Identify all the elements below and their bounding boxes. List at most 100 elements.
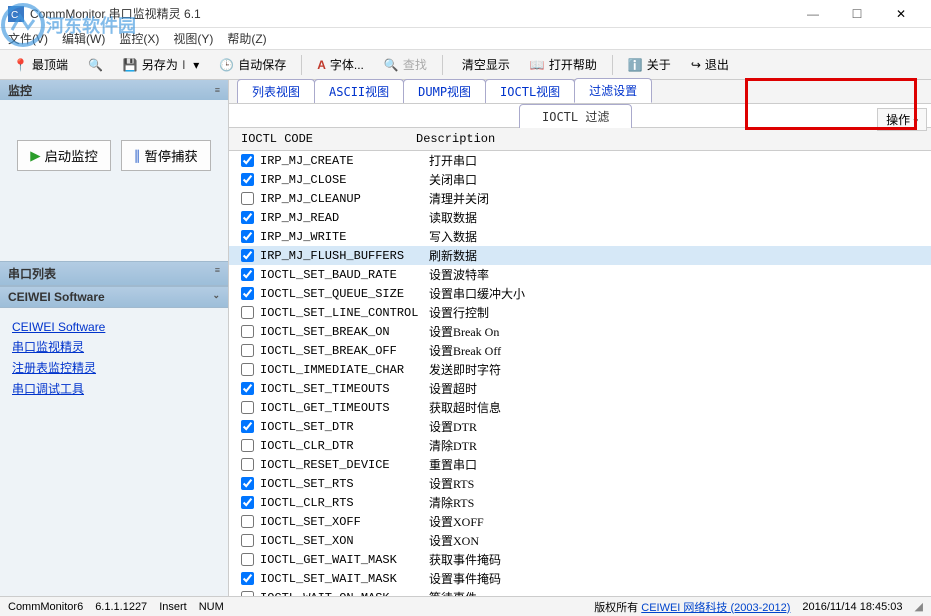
status-num: NUM bbox=[199, 601, 224, 613]
pause-capture-button[interactable]: ∥暂停捕获 bbox=[121, 140, 211, 171]
table-row[interactable]: IOCTL_SET_TIMEOUTS设置超时 bbox=[229, 379, 931, 398]
cell-desc: 设置XOFF bbox=[429, 513, 931, 530]
table-row[interactable]: IRP_MJ_FLUSH_BUFFERS刷新数据 bbox=[229, 246, 931, 265]
cell-code: IRP_MJ_FLUSH_BUFFERS bbox=[260, 249, 429, 263]
sidebar-link[interactable]: 串口监视精灵 bbox=[12, 338, 216, 355]
operation-button[interactable]: 操作 ▾ bbox=[877, 108, 927, 131]
window-title: CommMonitor 串口监视精灵 6.1 bbox=[30, 5, 791, 22]
row-checkbox[interactable] bbox=[241, 439, 254, 452]
row-checkbox[interactable] bbox=[241, 496, 254, 509]
sidebar-link[interactable]: CEIWEI Software bbox=[12, 320, 216, 334]
header-desc[interactable]: Description bbox=[416, 132, 931, 146]
cell-desc: 清除RTS bbox=[429, 494, 931, 511]
row-checkbox[interactable] bbox=[241, 249, 254, 262]
start-monitor-button[interactable]: ▶启动监控 bbox=[17, 140, 111, 171]
table-row[interactable]: IOCTL_SET_DTR设置DTR bbox=[229, 417, 931, 436]
menu-item[interactable]: 监控(X) bbox=[119, 30, 159, 47]
table-row[interactable]: IOCTL_IMMEDIATE_CHAR发送即时字符 bbox=[229, 360, 931, 379]
row-checkbox[interactable] bbox=[241, 230, 254, 243]
table-row[interactable]: IRP_MJ_CLEANUP清理并关闭 bbox=[229, 189, 931, 208]
table-row[interactable]: IRP_MJ_READ读取数据 bbox=[229, 208, 931, 227]
table-row[interactable]: IOCTL_RESET_DEVICE重置串口 bbox=[229, 455, 931, 474]
ioctl-table[interactable]: IOCTL CODE Description IRP_MJ_CREATE打开串口… bbox=[229, 128, 931, 596]
table-row[interactable]: IOCTL_GET_TIMEOUTS获取超时信息 bbox=[229, 398, 931, 417]
toolbar-button[interactable]: 💾另存为∣ ▾ bbox=[114, 52, 208, 77]
row-checkbox[interactable] bbox=[241, 401, 254, 414]
row-checkbox[interactable] bbox=[241, 268, 254, 281]
status-insert: Insert bbox=[159, 601, 187, 613]
row-checkbox[interactable] bbox=[241, 515, 254, 528]
resize-grip-icon[interactable]: ◢ bbox=[915, 600, 923, 613]
tab-2[interactable]: DUMP视图 bbox=[403, 79, 486, 103]
table-row[interactable]: IOCTL_CLR_DTR清除DTR bbox=[229, 436, 931, 455]
cell-desc: 获取事件掩码 bbox=[429, 551, 931, 568]
row-checkbox[interactable] bbox=[241, 173, 254, 186]
table-row[interactable]: IOCTL_SET_WAIT_MASK设置事件掩码 bbox=[229, 569, 931, 588]
toolbar-button[interactable]: 📍最顶端 bbox=[4, 52, 77, 77]
sidebar-link[interactable]: 注册表监控精灵 bbox=[12, 359, 216, 376]
cell-desc: 设置Break On bbox=[429, 323, 931, 340]
table-row[interactable]: IRP_MJ_CLOSE关闭串口 bbox=[229, 170, 931, 189]
table-row[interactable]: IOCTL_SET_RTS设置RTS bbox=[229, 474, 931, 493]
row-checkbox[interactable] bbox=[241, 458, 254, 471]
table-row[interactable]: IOCTL_GET_WAIT_MASK获取事件掩码 bbox=[229, 550, 931, 569]
menu-item[interactable]: 文件(V) bbox=[8, 30, 48, 47]
toolbar-button[interactable]: 清空显示 bbox=[449, 52, 519, 77]
toolbar-button[interactable]: ℹ️关于 bbox=[619, 52, 680, 77]
table-header: IOCTL CODE Description bbox=[229, 128, 931, 151]
table-row[interactable]: IOCTL_CLR_RTS清除RTS bbox=[229, 493, 931, 512]
row-checkbox[interactable] bbox=[241, 287, 254, 300]
maximize-button[interactable]: ☐ bbox=[835, 0, 879, 28]
table-row[interactable]: IOCTL_SET_BREAK_OFF设置Break Off bbox=[229, 341, 931, 360]
table-row[interactable]: IOCTL_SET_BAUD_RATE设置波特率 bbox=[229, 265, 931, 284]
toolbar-button[interactable]: 🕒自动保存 bbox=[210, 52, 295, 77]
tab-0[interactable]: 列表视图 bbox=[237, 79, 315, 103]
menu-item[interactable]: 编辑(W) bbox=[62, 30, 105, 47]
table-row[interactable]: IRP_MJ_WRITE写入数据 bbox=[229, 227, 931, 246]
subtab-ioctl-filter[interactable]: IOCTL 过滤 bbox=[519, 104, 632, 129]
tab-1[interactable]: ASCII视图 bbox=[314, 79, 404, 103]
row-checkbox[interactable] bbox=[241, 477, 254, 490]
table-row[interactable]: IRP_MJ_CREATE打开串口 bbox=[229, 151, 931, 170]
row-checkbox[interactable] bbox=[241, 553, 254, 566]
table-row[interactable]: IOCTL_SET_XON设置XON bbox=[229, 531, 931, 550]
row-checkbox[interactable] bbox=[241, 344, 254, 357]
row-checkbox[interactable] bbox=[241, 325, 254, 338]
table-row[interactable]: IOCTL_SET_XOFF设置XOFF bbox=[229, 512, 931, 531]
status-bar: CommMonitor6 6.1.1.1227 Insert NUM 版权所有 … bbox=[0, 596, 931, 616]
toolbar-button[interactable]: 🔍查找 bbox=[375, 52, 436, 77]
tab-4[interactable]: 过滤设置 bbox=[574, 78, 652, 103]
header-code[interactable]: IOCTL CODE bbox=[241, 132, 416, 146]
toolbar-button[interactable]: 📖打开帮助 bbox=[521, 52, 606, 77]
status-link[interactable]: CEIWEI 网络科技 (2003-2012) bbox=[641, 602, 790, 614]
row-checkbox[interactable] bbox=[241, 382, 254, 395]
menu-item[interactable]: 帮助(Z) bbox=[227, 30, 266, 47]
close-button[interactable]: ✕ bbox=[879, 0, 923, 28]
minimize-button[interactable]: — bbox=[791, 0, 835, 28]
row-checkbox[interactable] bbox=[241, 211, 254, 224]
toolbar-button[interactable]: 🔍 bbox=[79, 54, 112, 76]
row-checkbox[interactable] bbox=[241, 420, 254, 433]
cell-desc: 关闭串口 bbox=[429, 171, 931, 188]
row-checkbox[interactable] bbox=[241, 572, 254, 585]
cell-desc: 设置XON bbox=[429, 532, 931, 549]
sidebar-link[interactable]: 串口调试工具 bbox=[12, 380, 216, 397]
panel-ceiwei-header[interactable]: CEIWEI Software⌄ bbox=[0, 286, 228, 308]
cell-code: IOCTL_SET_LINE_CONTROL bbox=[260, 306, 429, 320]
menu-item[interactable]: 视图(Y) bbox=[173, 30, 213, 47]
row-checkbox[interactable] bbox=[241, 306, 254, 319]
table-row[interactable]: IOCTL_SET_LINE_CONTROL设置行控制 bbox=[229, 303, 931, 322]
tab-3[interactable]: IOCTL视图 bbox=[485, 79, 575, 103]
row-checkbox[interactable] bbox=[241, 154, 254, 167]
row-checkbox[interactable] bbox=[241, 363, 254, 376]
cell-desc: 设置RTS bbox=[429, 475, 931, 492]
toolbar-icon: 🔍 bbox=[88, 58, 103, 72]
table-row[interactable]: IOCTL_SET_BREAK_ON设置Break On bbox=[229, 322, 931, 341]
table-row[interactable]: IOCTL_SET_QUEUE_SIZE设置串口缓冲大小 bbox=[229, 284, 931, 303]
toolbar-button[interactable]: A字体... bbox=[308, 52, 373, 77]
table-row[interactable]: IOCTL_WAIT_ON_MASK等待事件 bbox=[229, 588, 931, 596]
toolbar-button[interactable]: ↪退出 bbox=[682, 52, 738, 77]
row-checkbox[interactable] bbox=[241, 192, 254, 205]
panel-portlist-header[interactable]: 串口列表≡ bbox=[0, 261, 228, 286]
row-checkbox[interactable] bbox=[241, 534, 254, 547]
